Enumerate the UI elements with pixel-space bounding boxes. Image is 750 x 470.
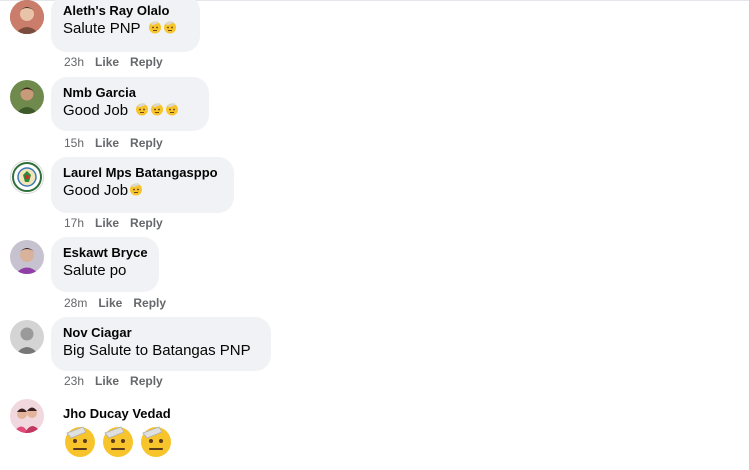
saluting-face-icon <box>130 182 143 196</box>
like-button[interactable]: Like <box>95 55 119 69</box>
comment-text-content: Good Job <box>63 102 129 119</box>
saluting-face-icon <box>65 426 95 457</box>
comment-author[interactable]: Nov Ciagar <box>63 325 259 341</box>
saluting-face-icon <box>166 102 179 116</box>
like-button[interactable]: Like <box>95 216 119 230</box>
comment-timestamp[interactable]: 28m <box>64 296 87 310</box>
comment-text: Big Salute to Batangas PNP <box>63 342 251 359</box>
comment-text-content: Good Job <box>63 182 129 199</box>
reply-button[interactable]: Reply <box>130 374 163 388</box>
comment-bubble: Nmb Garcia Good Job <box>51 77 209 131</box>
comment-bubble: Aleth's Ray Olalo Salute PNP <box>51 0 200 52</box>
comment-text: Salute po <box>63 262 127 279</box>
comment-meta: 23h Like Reply <box>64 374 174 388</box>
avatar[interactable] <box>10 320 44 354</box>
comment-text: Salute PNP <box>63 19 188 39</box>
saluting-face-icon <box>151 102 164 116</box>
saluting-face-icon <box>164 20 177 34</box>
comment-timestamp[interactable]: 23h <box>64 374 84 388</box>
like-button[interactable]: Like <box>95 136 119 150</box>
comment-meta: 15h Like Reply <box>64 136 174 150</box>
comment-text: Good Job <box>63 101 197 121</box>
comment-author[interactable]: Eskawt Bryce <box>63 245 148 261</box>
avatar[interactable] <box>10 160 44 194</box>
comment-meta: 23h Like Reply <box>64 55 174 69</box>
comment-text: Good Job <box>63 181 222 201</box>
avatar[interactable] <box>10 399 44 433</box>
like-button[interactable]: Like <box>95 374 119 388</box>
saluting-face-icon <box>141 426 171 457</box>
comment-author[interactable]: Jho Ducay Vedad <box>63 406 171 422</box>
avatar[interactable] <box>10 0 44 34</box>
comment-bubble: Eskawt Bryce Salute po <box>51 237 159 292</box>
comment-meta: 17h Like Reply <box>64 216 174 230</box>
comment-author[interactable]: Nmb Garcia <box>63 85 197 101</box>
comment-timestamp[interactable]: 15h <box>64 136 84 150</box>
saluting-face-icon <box>103 426 133 457</box>
saluting-face-icon <box>149 20 162 34</box>
reply-button[interactable]: Reply <box>133 296 166 310</box>
avatar[interactable] <box>10 240 44 274</box>
avatar[interactable] <box>10 80 44 114</box>
reply-button[interactable]: Reply <box>130 216 163 230</box>
comment-bubble: Laurel Mps Batangasppo Good Job <box>51 157 234 213</box>
comment-bubble: Nov Ciagar Big Salute to Batangas PNP <box>51 317 271 371</box>
like-button[interactable]: Like <box>98 296 122 310</box>
reply-button[interactable]: Reply <box>130 55 163 69</box>
comment-author[interactable]: Laurel Mps Batangasppo <box>63 165 222 181</box>
comment-meta: 28m Like Reply <box>64 296 177 310</box>
comment-text-content: Salute PNP <box>63 20 141 37</box>
comment-author[interactable]: Aleth's Ray Olalo <box>63 3 188 19</box>
comment-timestamp[interactable]: 17h <box>64 216 84 230</box>
reply-button[interactable]: Reply <box>130 136 163 150</box>
comment-timestamp[interactable]: 23h <box>64 55 84 69</box>
saluting-face-icon <box>136 102 149 116</box>
